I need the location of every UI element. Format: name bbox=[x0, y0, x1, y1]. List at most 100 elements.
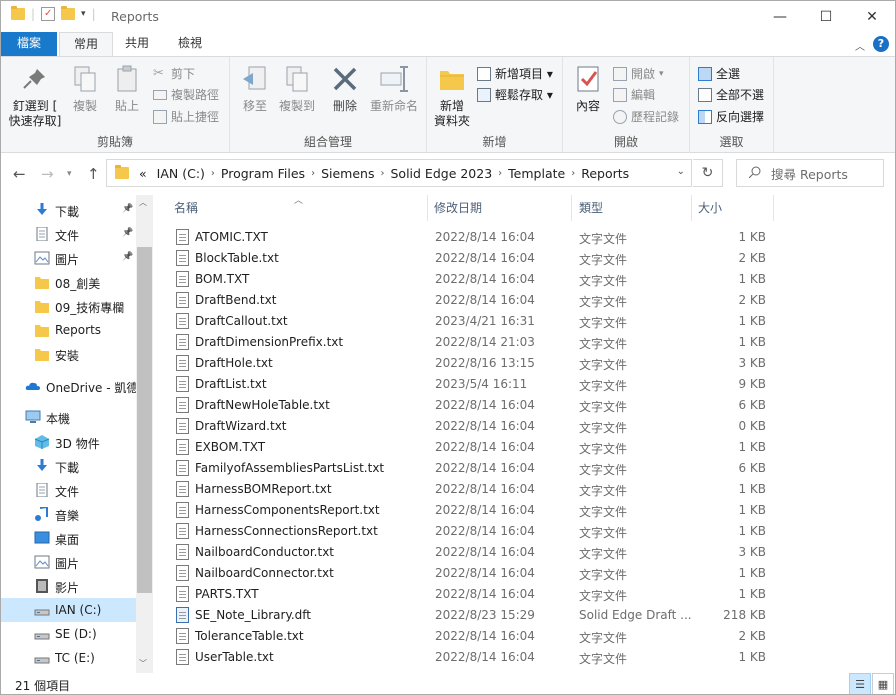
easy-access-button[interactable]: 輕鬆存取 ▾ bbox=[477, 86, 553, 103]
file-row[interactable]: BOM.TXT 2022/8/14 16:04 文字文件 1 KB bbox=[169, 268, 774, 289]
paste-button[interactable]: 貼上 bbox=[107, 63, 147, 114]
address-bar[interactable]: « IAN (C:) › Program Files › Siemens › Soli… bbox=[106, 159, 692, 187]
minimize-button[interactable]: — bbox=[757, 1, 803, 32]
address-overflow[interactable]: « bbox=[135, 166, 151, 181]
nav-item[interactable]: 09_技術專欄 bbox=[1, 294, 136, 318]
move-to-button[interactable]: 移至 bbox=[238, 63, 272, 114]
file-row[interactable]: NailboardConnector.txt 2022/8/14 16:04 文字文… bbox=[169, 562, 774, 583]
copy-to-button[interactable]: 複製到 bbox=[276, 63, 318, 114]
file-row[interactable]: FamilyofAssembliesPartsList.txt 2022/8/14… bbox=[169, 457, 774, 478]
copy-button[interactable]: 複製 bbox=[67, 63, 103, 114]
select-none-button[interactable]: 全部不選 bbox=[698, 86, 764, 103]
file-row[interactable]: DraftWizard.txt 2022/8/14 16:04 文字文件 0 KB bbox=[169, 415, 774, 436]
collapse-ribbon-icon[interactable]: ︿ bbox=[855, 38, 865, 53]
paste-shortcut-button[interactable]: 貼上捷徑 bbox=[153, 108, 219, 125]
file-row[interactable]: DraftBend.txt 2022/8/14 16:04 文字文件 2 KB bbox=[169, 289, 774, 310]
nav-item[interactable]: IAN (C:) bbox=[1, 598, 136, 622]
file-row[interactable]: ToleranceTable.txt 2022/8/14 16:04 文字文件 2 K… bbox=[169, 625, 774, 646]
file-row[interactable]: BlockTable.txt 2022/8/14 16:04 文字文件 2 KB bbox=[169, 247, 774, 268]
new-folder-button[interactable]: 新增 資料夾 bbox=[433, 63, 471, 129]
breadcrumb-siemens[interactable]: Siemens bbox=[315, 166, 380, 181]
file-row[interactable]: DraftHole.txt 2022/8/16 13:15 文字文件 3 KB bbox=[169, 352, 774, 373]
breadcrumb-drive[interactable]: IAN (C:) bbox=[151, 166, 211, 181]
details-view-button[interactable]: ☰ bbox=[849, 673, 871, 694]
nav-item[interactable]: 文件 bbox=[1, 478, 136, 502]
nav-item[interactable]: TC (E:) bbox=[1, 646, 136, 670]
properties-check-icon[interactable]: ✓ bbox=[41, 7, 56, 21]
column-header-date[interactable]: 修改日期 bbox=[434, 193, 482, 221]
close-button[interactable]: ✕ bbox=[849, 1, 895, 32]
back-arrow-icon[interactable]: ← bbox=[13, 165, 26, 183]
qat-dropdown-icon[interactable]: ▾ bbox=[81, 9, 86, 19]
file-row[interactable]: SE_Note_Library.dft 2022/8/23 15:29 Solid … bbox=[169, 604, 774, 625]
history-button[interactable]: 歷程記錄 bbox=[613, 108, 679, 125]
up-arrow-icon[interactable]: ↑ bbox=[87, 165, 100, 183]
nav-item[interactable]: 3D 物件 bbox=[1, 430, 136, 454]
help-icon[interactable]: ? bbox=[873, 36, 889, 52]
breadcrumb-solid-edge[interactable]: Solid Edge 2023 bbox=[384, 166, 498, 181]
nav-item[interactable]: 桌面 bbox=[1, 526, 136, 550]
column-header-name[interactable]: 名稱 bbox=[174, 193, 198, 221]
invert-selection-button[interactable]: 反向選擇 bbox=[698, 108, 764, 125]
pin-quick-access-button[interactable]: 釘選到 [ 快速存取] bbox=[7, 63, 63, 129]
tab-share[interactable]: 共用 bbox=[111, 32, 163, 56]
file-row[interactable]: HarnessConnectionsReport.txt 2022/8/14 16… bbox=[169, 520, 774, 541]
file-row[interactable]: HarnessComponentsReport.txt 2022/8/14 16:… bbox=[169, 499, 774, 520]
rename-button[interactable]: 重新命名 bbox=[366, 63, 422, 114]
breadcrumb-program-files[interactable]: Program Files bbox=[215, 166, 311, 181]
column-header-size[interactable]: 大小 bbox=[698, 193, 722, 221]
file-row[interactable]: EXBOM.TXT 2022/8/14 16:04 文字文件 1 KB bbox=[169, 436, 774, 457]
forward-arrow-icon[interactable]: → bbox=[41, 165, 54, 183]
nav-item[interactable]: OneDrive - 凱德 bbox=[1, 374, 138, 398]
new-folder-icon[interactable] bbox=[61, 6, 76, 20]
nav-item[interactable]: 本機 bbox=[1, 405, 136, 429]
file-row[interactable]: ATOMIC.TXT 2022/8/14 16:04 文字文件 1 KB bbox=[169, 226, 774, 247]
breadcrumb-template[interactable]: Template bbox=[502, 166, 571, 181]
recent-locations-icon[interactable]: ▾ bbox=[67, 169, 72, 179]
file-row[interactable]: DraftList.txt 2023/5/4 16:11 文字文件 9 KB bbox=[169, 373, 774, 394]
nav-item[interactable]: SE (D:) bbox=[1, 622, 136, 646]
nav-item[interactable]: 安裝 bbox=[1, 342, 136, 366]
scroll-down-icon[interactable]: ﹀ bbox=[139, 658, 147, 669]
file-row[interactable]: UserTable.txt 2022/8/14 16:04 文字文件 1 KB bbox=[169, 646, 774, 667]
copy-path-button[interactable]: 複製路徑 bbox=[153, 86, 219, 103]
tab-home[interactable]: 常用 bbox=[59, 32, 114, 57]
file-row[interactable]: DraftCallout.txt 2023/4/21 16:31 文字文件 1 KB bbox=[169, 310, 774, 331]
scroll-up-icon[interactable]: ︿ bbox=[139, 197, 147, 208]
column-divider[interactable] bbox=[571, 195, 572, 221]
edit-button[interactable]: 編輯 bbox=[613, 86, 655, 103]
nav-scrollbar-thumb[interactable] bbox=[137, 247, 152, 593]
nav-item[interactable]: 文件 📌 bbox=[1, 222, 136, 246]
file-row[interactable]: PARTS.TXT 2022/8/14 16:04 文字文件 1 KB bbox=[169, 583, 774, 604]
nav-item[interactable]: 下載 📌 bbox=[1, 198, 136, 222]
column-divider[interactable] bbox=[427, 195, 428, 221]
address-dropdown-icon[interactable]: ⌄ bbox=[677, 166, 685, 177]
delete-button[interactable]: 刪除 bbox=[328, 63, 362, 114]
cut-button[interactable]: ✂ 剪下 bbox=[153, 65, 195, 82]
nav-item[interactable]: 08_創美 bbox=[1, 270, 136, 294]
breadcrumb-reports[interactable]: Reports bbox=[575, 166, 635, 181]
maximize-button[interactable]: ☐ bbox=[803, 1, 849, 32]
search-box[interactable]: 搜尋 Reports bbox=[736, 159, 884, 187]
tab-view[interactable]: 檢視 bbox=[164, 32, 216, 56]
nav-item[interactable]: Reports bbox=[1, 318, 136, 342]
nav-item[interactable]: 圖片 📌 bbox=[1, 246, 136, 270]
column-header-type[interactable]: 類型 bbox=[579, 193, 603, 221]
nav-item[interactable]: 圖片 bbox=[1, 550, 136, 574]
file-row[interactable]: DraftNewHoleTable.txt 2022/8/14 16:04 文字文件… bbox=[169, 394, 774, 415]
file-row[interactable]: DraftDimensionPrefix.txt 2022/8/14 21:03 文… bbox=[169, 331, 774, 352]
nav-item[interactable]: 下載 bbox=[1, 454, 136, 478]
new-item-button[interactable]: 新增項目 ▾ bbox=[477, 65, 553, 82]
column-divider[interactable] bbox=[773, 195, 774, 221]
tab-file[interactable]: 檔案 bbox=[1, 32, 57, 56]
select-all-button[interactable]: 全選 bbox=[698, 65, 740, 82]
nav-item[interactable]: 音樂 bbox=[1, 502, 136, 526]
refresh-button[interactable]: ↻ bbox=[693, 159, 723, 187]
column-divider[interactable] bbox=[691, 195, 692, 221]
nav-item[interactable]: 影片 bbox=[1, 574, 136, 598]
open-button[interactable]: 開啟 ▾ bbox=[613, 65, 664, 82]
properties-button[interactable]: 內容 bbox=[569, 63, 607, 114]
file-row[interactable]: HarnessBOMReport.txt 2022/8/14 16:04 文字文件 1… bbox=[169, 478, 774, 499]
file-row[interactable]: NailboardConductor.txt 2022/8/14 16:04 文字文… bbox=[169, 541, 774, 562]
large-icons-view-button[interactable]: ▦ bbox=[872, 673, 894, 694]
